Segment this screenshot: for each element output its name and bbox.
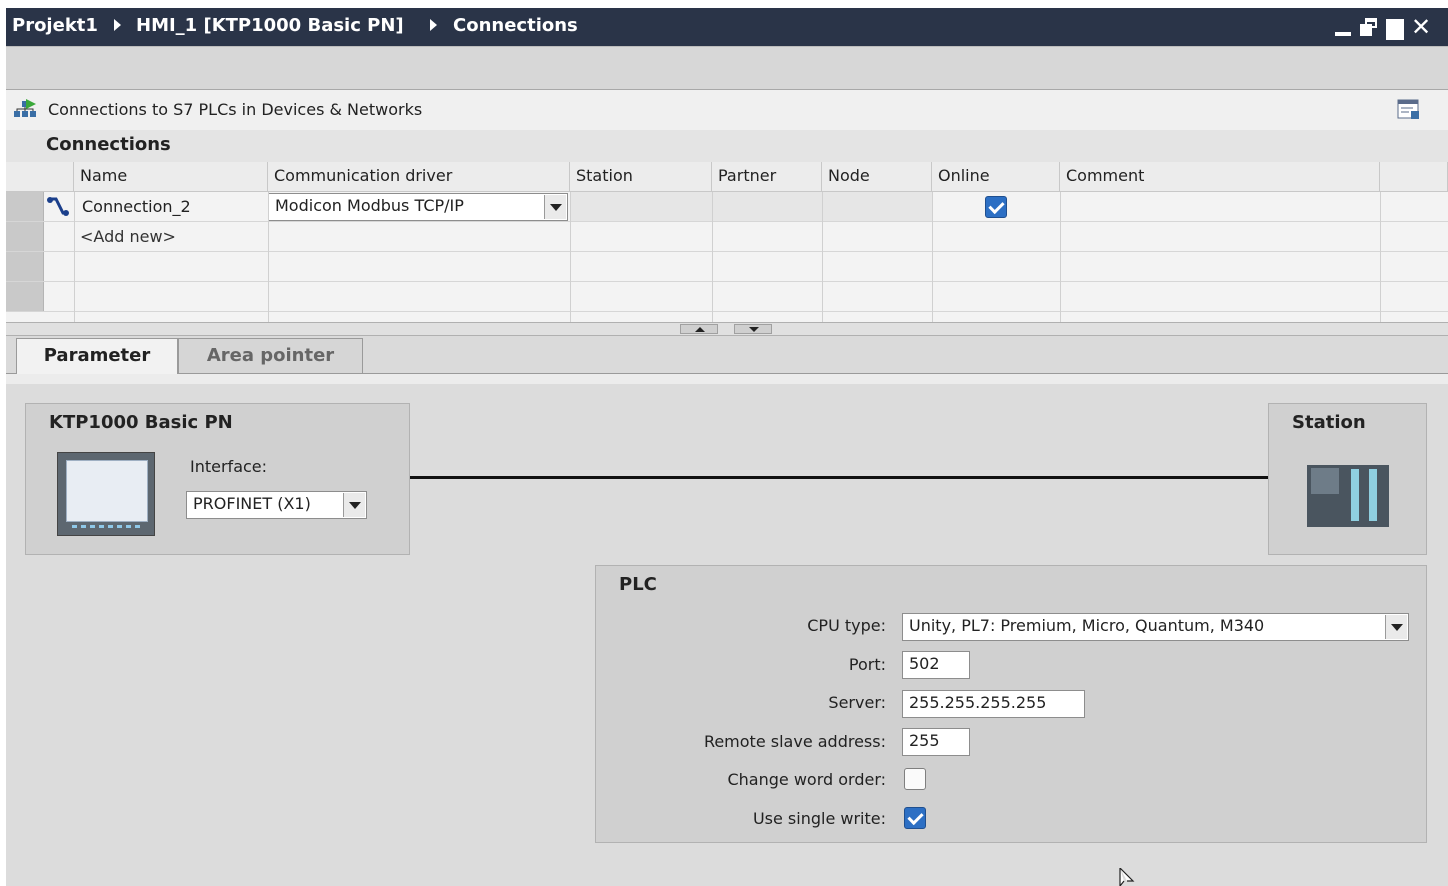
- communication-driver-dropdown[interactable]: Modicon Modbus TCP/IP: [268, 193, 568, 221]
- remote-slave-address-label: Remote slave address:: [703, 732, 886, 751]
- column-divider: [932, 192, 933, 322]
- panel-top-strip: [6, 374, 1448, 384]
- station-title: Station: [1292, 412, 1366, 433]
- hmi-device-box: KTP1000 Basic PN Interface: PROFINET (X1…: [25, 403, 410, 555]
- cpu-type-value: Unity, PL7: Premium, Micro, Quantum, M34…: [909, 616, 1265, 635]
- column-divider: [1380, 192, 1381, 322]
- breadcrumb-separator-icon: [114, 19, 121, 31]
- row-selector[interactable]: [6, 222, 44, 251]
- row-selector: [6, 282, 44, 311]
- server-field[interactable]: 255.255.255.255: [902, 690, 1085, 718]
- minimize-icon[interactable]: [1332, 16, 1354, 38]
- breadcrumb-device[interactable]: HMI_1 [KTP1000 Basic PN]: [136, 15, 404, 36]
- column-divider: [268, 192, 269, 322]
- chevron-down-icon[interactable]: [1385, 615, 1407, 639]
- header-partner[interactable]: Partner: [712, 162, 822, 192]
- header-node[interactable]: Node: [822, 162, 932, 192]
- info-bar: Connections to S7 PLCs in Devices & Netw…: [6, 90, 1448, 130]
- tab-parameter[interactable]: Parameter: [16, 338, 178, 375]
- server-label: Server:: [828, 693, 886, 712]
- network-connection-icon: [14, 99, 36, 117]
- hmi-panel-icon: [57, 452, 155, 536]
- header-online[interactable]: Online: [932, 162, 1060, 192]
- column-divider: [570, 192, 571, 322]
- communication-driver-value: Modicon Modbus TCP/IP: [275, 196, 464, 215]
- info-bar-text[interactable]: Connections to S7 PLCs in Devices & Netw…: [48, 100, 422, 119]
- collapse-up-icon[interactable]: [680, 324, 718, 334]
- header-station[interactable]: Station: [570, 162, 712, 192]
- table-row[interactable]: Connection_2 Modicon Modbus TCP/IP: [6, 192, 1448, 222]
- column-divider: [822, 192, 823, 322]
- plc-box: PLC CPU type: Unity, PL7: Premium, Micro…: [595, 565, 1427, 843]
- header-communication-driver[interactable]: Communication driver: [268, 162, 570, 192]
- interface-value: PROFINET (X1): [193, 494, 311, 513]
- maximize-icon[interactable]: [1384, 16, 1406, 40]
- plc-title: PLC: [619, 574, 657, 595]
- station-box: Station: [1268, 403, 1427, 555]
- title-bar: Projekt1 HMI_1 [KTP1000 Basic PN] Connec…: [6, 8, 1448, 46]
- hmi-device-title: KTP1000 Basic PN: [49, 412, 233, 433]
- use-single-write-label: Use single write:: [752, 809, 886, 828]
- header-corner: [6, 162, 74, 192]
- online-checkbox[interactable]: [985, 196, 1007, 218]
- cpu-type-label: CPU type:: [807, 616, 886, 635]
- remote-slave-address-field[interactable]: 255: [902, 728, 970, 756]
- connections-heading-bar: Connections: [6, 130, 1448, 162]
- connection-name[interactable]: Connection_2: [82, 197, 191, 216]
- interface-dropdown[interactable]: PROFINET (X1): [186, 491, 367, 519]
- close-icon[interactable]: ✕: [1410, 15, 1432, 39]
- connections-table: Name Communication driver Station Partne…: [6, 162, 1448, 322]
- change-word-order-checkbox[interactable]: [904, 768, 926, 790]
- port-field[interactable]: 502: [902, 651, 970, 679]
- column-divider: [712, 192, 713, 322]
- toolbar: [6, 46, 1448, 90]
- plc-station-icon: [1307, 465, 1389, 527]
- breadcrumb-project[interactable]: Projekt1: [12, 15, 98, 36]
- column-divider: [74, 192, 75, 322]
- connections-heading: Connections: [46, 134, 171, 155]
- cpu-type-dropdown[interactable]: Unity, PL7: Premium, Micro, Quantum, M34…: [902, 613, 1409, 641]
- row-selector[interactable]: [6, 192, 44, 221]
- use-single-write-checkbox[interactable]: [904, 807, 926, 829]
- tab-area-pointer[interactable]: Area pointer: [178, 338, 363, 374]
- change-word-order-label: Change word order:: [727, 770, 886, 789]
- chevron-down-icon[interactable]: [544, 195, 566, 219]
- table-row-empty: [6, 282, 1448, 312]
- row-readonly-cells: [570, 192, 932, 221]
- table-row-empty: [6, 252, 1448, 282]
- chevron-down-icon[interactable]: [343, 493, 365, 517]
- properties-icon[interactable]: [1396, 98, 1422, 122]
- splitter-bar[interactable]: [6, 322, 1448, 336]
- header-name[interactable]: Name: [74, 162, 268, 192]
- table-row[interactable]: <Add new>: [6, 222, 1448, 252]
- connection-icon: [47, 197, 69, 216]
- row-selector: [6, 252, 44, 281]
- parameter-panel: KTP1000 Basic PN Interface: PROFINET (X1…: [6, 374, 1448, 886]
- restore-icon[interactable]: [1358, 16, 1380, 38]
- header-comment[interactable]: Comment: [1060, 162, 1380, 192]
- expand-down-icon[interactable]: [734, 324, 772, 334]
- breadcrumb-page: Connections: [453, 15, 578, 36]
- network-line: [410, 476, 1269, 479]
- mouse-cursor-icon: [1119, 868, 1135, 886]
- port-label: Port:: [848, 655, 886, 674]
- add-new-row[interactable]: <Add new>: [80, 227, 176, 246]
- column-divider: [1060, 192, 1061, 322]
- interface-label: Interface:: [190, 457, 268, 476]
- tab-bar: Parameter Area pointer: [6, 336, 1448, 375]
- breadcrumb-separator-icon: [430, 19, 437, 31]
- header-filler: [1380, 162, 1448, 192]
